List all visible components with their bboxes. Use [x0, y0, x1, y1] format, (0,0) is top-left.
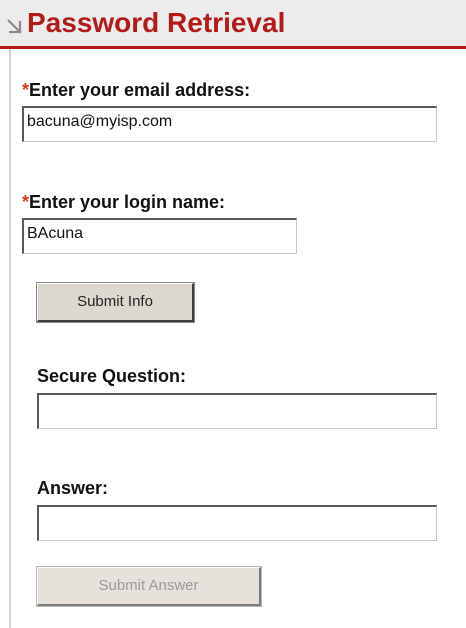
arrow-down-right-icon [7, 19, 22, 34]
secure-question-label: Secure Question: [37, 366, 187, 386]
required-marker: * [22, 192, 30, 212]
required-marker: * [22, 80, 30, 100]
submit-answer-button[interactable]: Submit Answer [36, 566, 262, 607]
login-label-text: Enter your login name: [29, 192, 226, 212]
page-title: Password Retrieval [27, 7, 286, 38]
answer-label: Answer: [37, 478, 109, 498]
password-retrieval-panel: Password Retrieval *Enter your email add… [0, 0, 466, 628]
header-divider [0, 46, 466, 49]
submit-info-button[interactable]: Submit Info [36, 282, 195, 323]
panel-header: Password Retrieval [0, 0, 466, 46]
email-field[interactable]: bacuna@myisp.com [22, 106, 437, 142]
secure-question-field[interactable] [37, 393, 437, 429]
panel-left-border [9, 49, 11, 628]
login-label: *Enter your login name: [22, 192, 225, 213]
email-field-value: bacuna@myisp.com [27, 113, 173, 130]
email-label: *Enter your email address: [22, 80, 250, 101]
login-name-field[interactable]: BAcuna [22, 218, 297, 254]
email-label-text: Enter your email address: [29, 80, 251, 100]
answer-field[interactable] [37, 505, 437, 541]
login-name-field-value: BAcuna [27, 225, 84, 242]
